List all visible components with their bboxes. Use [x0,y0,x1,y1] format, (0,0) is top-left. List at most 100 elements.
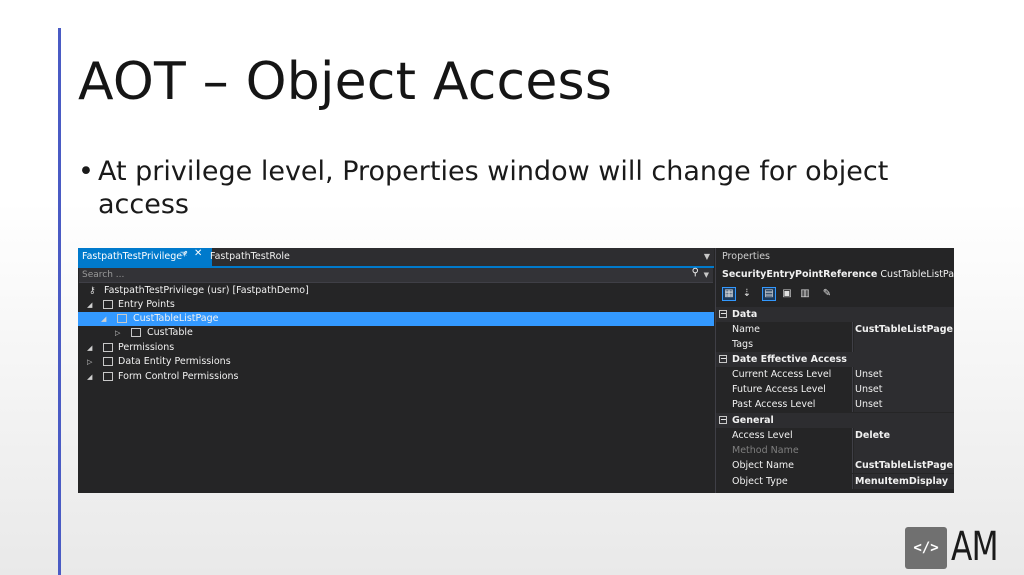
tree-item-data-entity-permissions[interactable]: ▷ Data Entity Permissions [78,355,714,369]
expanded-arrow-icon[interactable]: ◢ [87,298,92,312]
menu-item-icon [117,314,127,323]
expanded-arrow-icon[interactable]: ◢ [87,341,92,355]
property-name: Object Name [732,460,794,471]
category-label: Data [732,309,758,320]
property-row-access-level[interactable]: Access Level Delete [716,428,954,443]
tree-item-entry-points[interactable]: ◢ Entry Points [78,298,714,312]
property-value[interactable] [854,337,954,352]
entry-points-icon [103,300,113,309]
property-value[interactable]: Unset [854,382,954,397]
tab-list-dropdown-icon[interactable]: ▼ [704,248,710,266]
security-privilege-designer: FastpathTestPrivilege* ⊸ ✕ FastpathTestR… [78,248,714,493]
events-icon[interactable]: ▣ [780,287,794,301]
divider [852,322,853,337]
divider [852,443,853,458]
bullet-point: • At privilege level, Properties window … [78,155,938,221]
tree-item-permissions[interactable]: ◢ Permissions [78,341,714,355]
category-label: General [732,415,774,426]
slide-title: AOT – Object Access [78,52,613,112]
category-general[interactable]: − General [716,413,954,428]
property-value[interactable]: Unset [854,397,954,412]
tree-item-label: Data Entity Permissions [118,356,231,367]
tree-item-root[interactable]: ⚷ FastpathTestPrivilege (usr) [FastpathD… [78,284,714,298]
data-entity-icon [103,357,113,366]
logo-text: AM [951,524,998,570]
divider [852,474,853,489]
property-row-object-name[interactable]: Object Name CustTableListPage [716,458,954,473]
tree-item-label: FastpathTestPrivilege (usr) [FastpathDem… [104,285,309,296]
search-icon[interactable]: ⚲ [692,267,699,278]
property-value[interactable]: Delete [854,428,954,443]
category-data[interactable]: − Data [716,307,954,322]
designer-search-input[interactable]: Search ... ⚲ ▼ [79,267,713,283]
property-row-current-access-level[interactable]: Current Access Level Unset [716,367,954,382]
property-row-method-name[interactable]: Method Name [716,443,954,458]
bullet-text: At privilege level, Properties window wi… [98,156,889,220]
property-row-past-access-level[interactable]: Past Access Level Unset [716,397,954,412]
property-name: Name [732,324,761,335]
divider [852,428,853,443]
divider [852,382,853,397]
categorized-icon[interactable]: ▦ [722,287,736,301]
alphabetical-icon[interactable]: ⇣ [740,287,754,301]
collapsed-arrow-icon[interactable]: ▷ [87,355,92,369]
close-icon[interactable]: ✕ [194,248,202,259]
permissions-icon [103,343,113,352]
property-row-name[interactable]: Name CustTableListPage [716,322,954,337]
table-icon [131,328,141,337]
property-name: Future Access Level [732,384,826,395]
property-name: Method Name [732,445,799,456]
property-value[interactable] [854,443,954,458]
tree-item-label: Form Control Permissions [118,371,239,382]
tree-item-label: Permissions [118,342,175,353]
tab-label: FastpathTestRole [210,251,290,262]
key-icon: ⚷ [89,286,96,296]
tab-fastpath-test-role[interactable]: FastpathTestRole [206,248,294,266]
tree-item-form-control-permissions[interactable]: ◢ Form Control Permissions [78,370,714,384]
properties-object-selector[interactable]: SecurityEntryPointReference CustTableLis… [722,269,954,280]
property-row-future-access-level[interactable]: Future Access Level Unset [716,382,954,397]
property-pages-icon[interactable]: ▥ [798,287,812,301]
divider [852,367,853,382]
tab-fastpath-test-privilege[interactable]: FastpathTestPrivilege* [78,248,212,266]
collapse-icon[interactable]: − [719,416,727,424]
tree-item-label: CustTable [147,327,193,338]
expanded-arrow-icon[interactable]: ◢ [101,312,106,326]
divider [852,337,853,352]
ide-screenshot: FastpathTestPrivilege* ⊸ ✕ FastpathTestR… [78,248,954,493]
collapsed-arrow-icon[interactable]: ▷ [115,326,120,340]
property-row-object-type[interactable]: Object Type MenuItemDisplay [716,474,954,489]
tree-item-cust-table-list-page[interactable]: ◢ CustTableListPage [78,312,714,326]
property-value[interactable]: Unset [854,367,954,382]
code-icon: </> [905,527,947,569]
pin-icon[interactable]: ⊸ [180,248,188,258]
property-value[interactable]: CustTableListPage [854,458,954,473]
object-name: CustTableListPage [880,269,954,280]
search-options-icon[interactable]: ▼ [704,268,709,282]
expanded-arrow-icon[interactable]: ◢ [87,370,92,384]
slide-accent-bar [58,28,61,575]
divider [852,458,853,473]
search-placeholder: Search ... [82,270,125,280]
category-date-effective-access[interactable]: − Date Effective Access [716,352,954,367]
divider [852,397,853,412]
property-name: Object Type [732,476,788,487]
object-type: SecurityEntryPointReference [722,269,878,280]
collapse-icon[interactable]: − [719,310,727,318]
bullet-dot: • [78,156,94,187]
tree-item-label: Entry Points [118,299,175,310]
form-icon [103,372,113,381]
collapse-icon[interactable]: − [719,355,727,363]
properties-icon[interactable]: ▤ [762,287,776,301]
property-name: Access Level [732,430,793,441]
category-label: Date Effective Access [732,354,847,365]
wrench-icon[interactable]: ✎ [820,287,834,301]
property-name: Tags [732,339,754,350]
property-value[interactable]: MenuItemDisplay [854,474,954,489]
property-value[interactable]: CustTableListPage [854,322,954,337]
property-row-tags[interactable]: Tags [716,337,954,352]
tree-item-cust-table[interactable]: ▷ CustTable [78,326,714,340]
properties-toolbar: ▦ ⇣ ▤ ▣ ▥ ✎ [722,286,952,304]
property-name: Past Access Level [732,399,816,410]
tree-item-label: CustTableListPage [133,313,219,324]
